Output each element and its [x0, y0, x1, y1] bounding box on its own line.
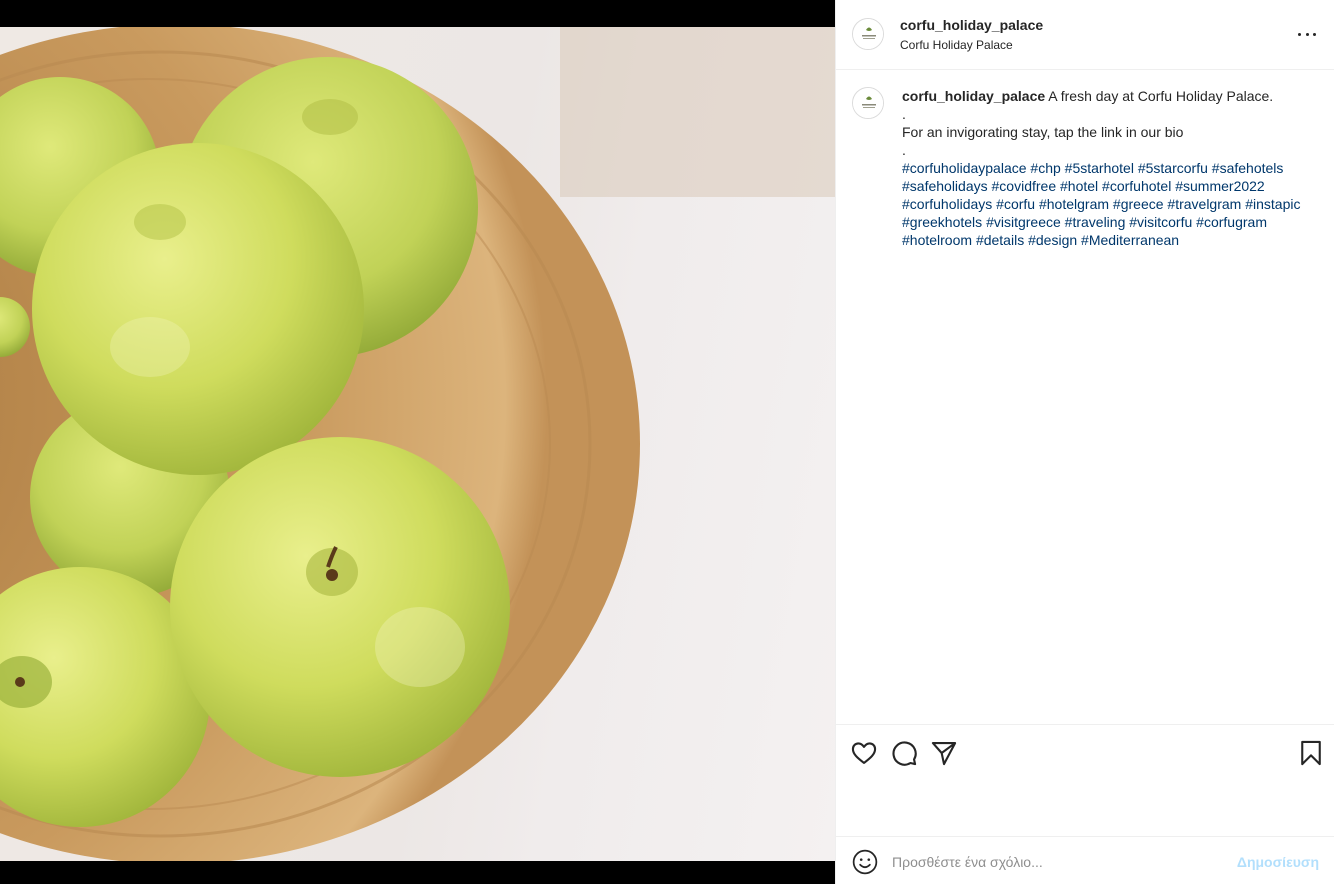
more-dot	[1313, 32, 1316, 36]
hashtag-link[interactable]: #traveling	[1065, 214, 1126, 230]
post-comment-button[interactable]: Δημοσίευση	[1237, 854, 1319, 870]
comment-form: Δημοσίευση	[836, 836, 1334, 884]
hashtag-link[interactable]: #chp	[1030, 160, 1060, 176]
hashtag-link[interactable]: #hotelgram	[1039, 196, 1109, 212]
hashtag-link[interactable]: #5starhotel	[1065, 160, 1134, 176]
hashtag-row: #corfuholidaypalace #chp #5starhotel #5s…	[902, 159, 1322, 177]
hotel-logo-icon	[853, 88, 883, 118]
emoji-button[interactable]	[852, 849, 878, 875]
hotel-logo-icon	[853, 19, 883, 49]
bookmark-icon	[1301, 740, 1321, 766]
smiley-icon	[852, 849, 878, 875]
post-header: corfu_holiday_palace Corfu Holiday Palac…	[836, 0, 1334, 70]
hashtag-link[interactable]: #5starcorfu	[1138, 160, 1208, 176]
caption-line: A fresh day at Corfu Holiday Palace.	[1048, 88, 1274, 104]
hashtag-link[interactable]: #corfugram	[1196, 214, 1267, 230]
hashtag-row: #hotelroom #details #design #Mediterrane…	[902, 231, 1322, 249]
hashtag-row: #corfuholidays #corfu #hotelgram #greece…	[902, 195, 1322, 213]
hashtag-link[interactable]: #Mediterranean	[1081, 232, 1179, 248]
caption-line: For an invigorating stay, tap the link i…	[902, 124, 1184, 140]
hashtag-link[interactable]: #safeholidays	[902, 178, 988, 194]
hashtag-link[interactable]: #design	[1028, 232, 1077, 248]
hashtag-link[interactable]: #safehotels	[1212, 160, 1284, 176]
hashtag-link[interactable]: #corfuholidays	[902, 196, 992, 212]
hashtag-link[interactable]: #hotelroom	[902, 232, 972, 248]
post-username[interactable]: corfu_holiday_palace	[900, 17, 1043, 33]
hashtag-row: #greekhotels #visitgreece #traveling #vi…	[902, 213, 1322, 231]
hashtag-link[interactable]: #instapic	[1245, 196, 1300, 212]
profile-avatar[interactable]	[852, 18, 884, 50]
post-media	[0, 0, 835, 884]
post-location[interactable]: Corfu Holiday Palace	[900, 38, 1013, 52]
hashtag-link[interactable]: #corfuhotel	[1102, 178, 1171, 194]
hashtag-link[interactable]: #visitgreece	[986, 214, 1061, 230]
caption-avatar[interactable]	[852, 87, 884, 119]
comment-button[interactable]	[890, 739, 918, 767]
hashtag-row: #safeholidays #covidfree #hotel #corfuho…	[902, 177, 1322, 195]
caption-first-line: corfu_holiday_palace A fresh day at Corf…	[902, 87, 1322, 105]
post-photo[interactable]	[0, 27, 835, 861]
caption-username[interactable]: corfu_holiday_palace	[902, 88, 1045, 104]
share-button[interactable]	[930, 739, 958, 767]
hashtag-link[interactable]: #summer2022	[1175, 178, 1265, 194]
hashtag-link[interactable]: #corfu	[996, 196, 1035, 212]
heart-icon	[851, 742, 877, 764]
more-dot	[1305, 32, 1309, 36]
hashtag-link[interactable]: #details	[976, 232, 1024, 248]
more-dot	[1298, 32, 1301, 36]
hashtag-link[interactable]: #covidfree	[992, 178, 1057, 194]
caption-text: corfu_holiday_palace A fresh day at Corf…	[902, 87, 1322, 249]
hashtag-link[interactable]: #greece	[1113, 196, 1164, 212]
save-button[interactable]	[1297, 739, 1325, 767]
more-options-button[interactable]	[1295, 24, 1319, 44]
hashtag-list: #corfuholidaypalace #chp #5starhotel #5s…	[902, 159, 1322, 249]
comment-icon	[892, 741, 917, 766]
apples-bowl-image	[0, 27, 835, 861]
post-details-panel: corfu_holiday_palace Corfu Holiday Palac…	[835, 0, 1334, 884]
hashtag-link[interactable]: #visitcorfu	[1129, 214, 1192, 230]
hashtag-link[interactable]: #corfuholidaypalace	[902, 160, 1027, 176]
like-button[interactable]	[850, 739, 878, 767]
caption-line: .	[902, 142, 906, 158]
hashtag-link[interactable]: #hotel	[1060, 178, 1098, 194]
paper-plane-icon	[931, 742, 957, 766]
hashtag-link[interactable]: #greekhotels	[902, 214, 982, 230]
comment-input[interactable]	[892, 850, 1222, 874]
caption-line: .	[902, 106, 906, 122]
hashtag-link[interactable]: #travelgram	[1167, 196, 1241, 212]
post-actions	[836, 724, 1334, 836]
